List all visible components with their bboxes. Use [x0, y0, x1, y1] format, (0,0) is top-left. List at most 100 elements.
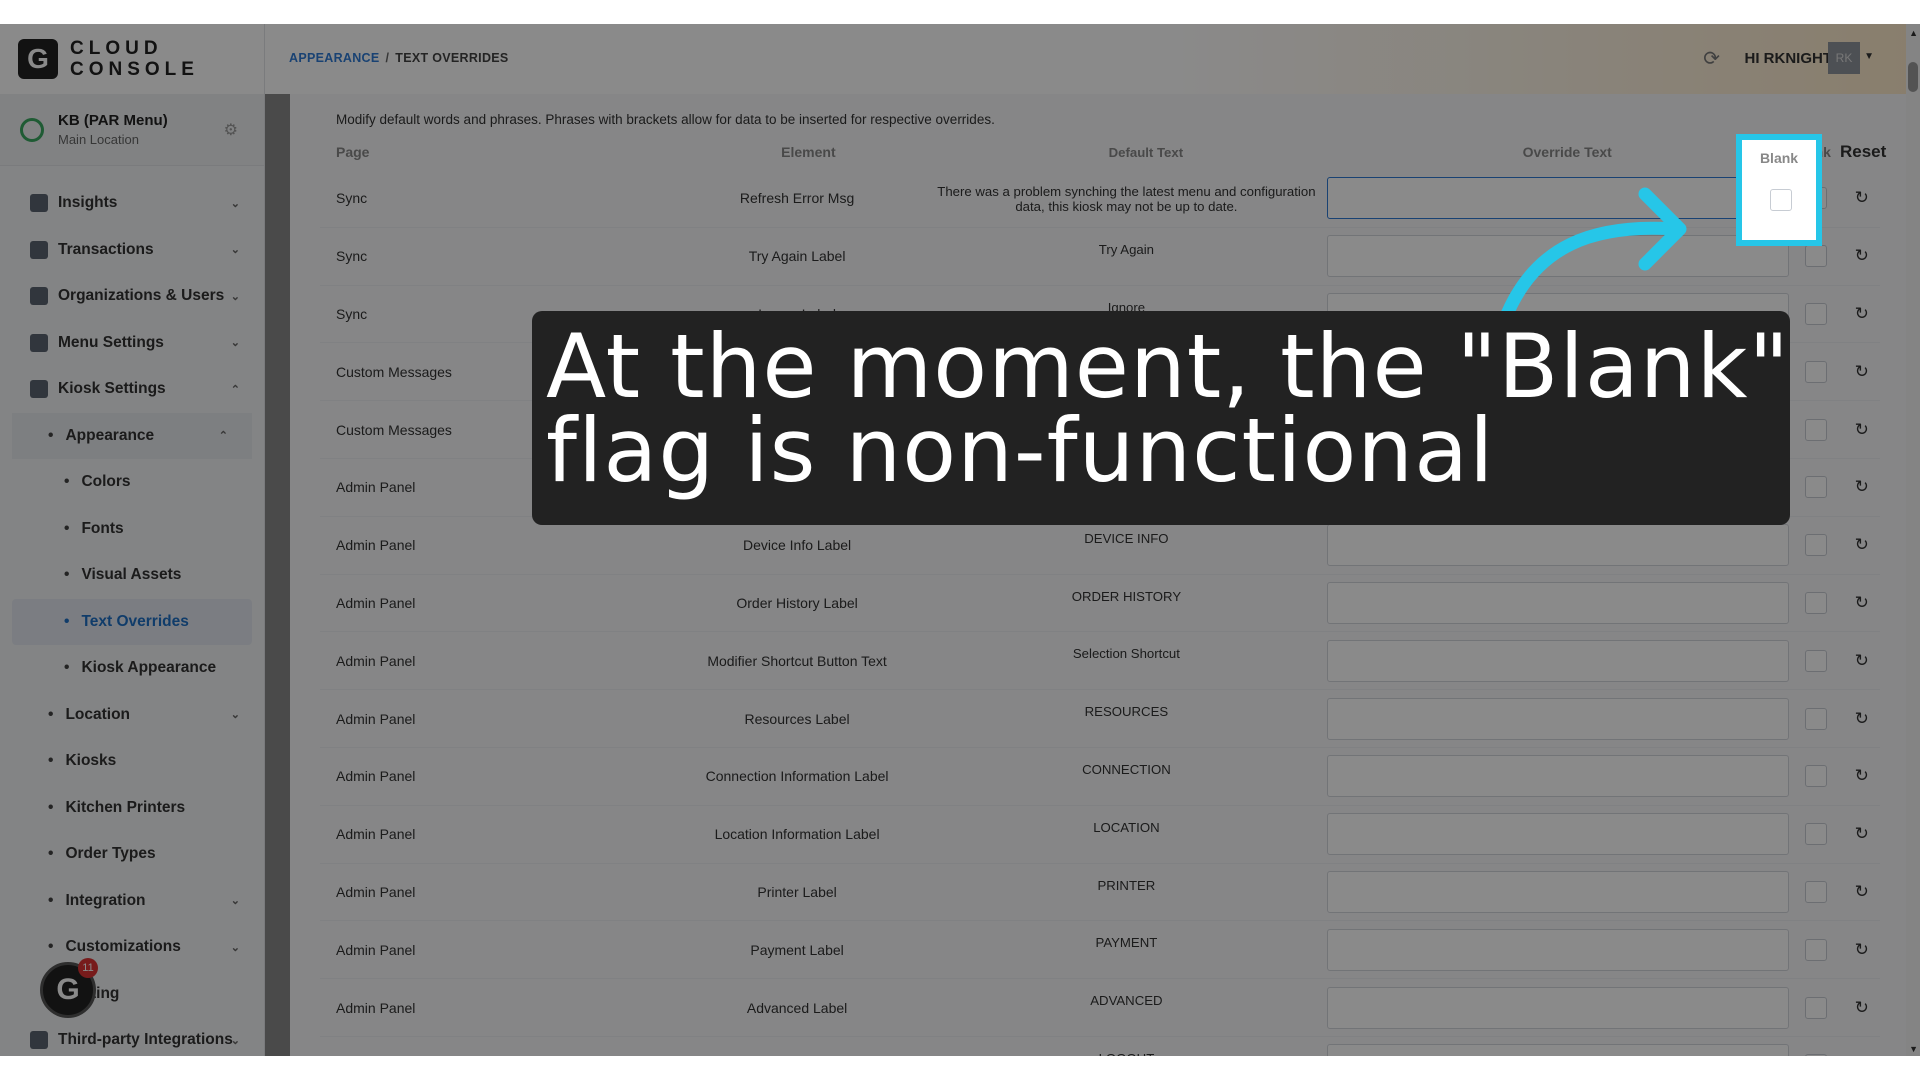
reset-icon[interactable]: ↻ — [1843, 420, 1880, 440]
override-input[interactable] — [1326, 755, 1789, 798]
blank-checkbox[interactable] — [1804, 880, 1827, 903]
blank-checkbox[interactable] — [1804, 649, 1827, 672]
blank-checkbox[interactable] — [1804, 1054, 1827, 1056]
insights-icon — [30, 194, 48, 213]
blank-checkbox[interactable] — [1804, 534, 1827, 557]
gear-icon[interactable]: ⚙ — [224, 120, 238, 140]
blank-checkbox[interactable] — [1804, 823, 1827, 846]
sidebar-item-kiosks[interactable]: Kiosks — [0, 738, 264, 785]
override-input[interactable] — [1326, 813, 1789, 856]
sidebar-item-organizations-users[interactable]: Organizations & Users ⌄ — [0, 273, 264, 320]
table-row: Admin Panel Resources Label RESOURCES ↻ — [320, 690, 1880, 748]
blank-checkbox[interactable] — [1804, 360, 1827, 383]
blank-checkbox[interactable] — [1804, 302, 1827, 325]
reset-icon[interactable]: ↻ — [1843, 304, 1880, 324]
blank-checkbox[interactable] — [1804, 476, 1827, 499]
override-input[interactable] — [1326, 697, 1789, 740]
sidebar-item-transactions[interactable]: Transactions ⌄ — [0, 227, 264, 274]
chevron-down-icon[interactable]: ▼ — [1864, 51, 1874, 62]
reset-icon[interactable]: ↻ — [1843, 709, 1880, 729]
blank-checkbox[interactable] — [1804, 245, 1827, 268]
sidebar-item-location[interactable]: Location ⌄ — [0, 692, 264, 739]
sidebar-item-kiosk-appearance[interactable]: Kiosk Appearance — [0, 645, 264, 692]
sidebar-item-text-overrides[interactable]: Text Overrides — [12, 598, 252, 645]
sidebar-item-insights[interactable]: Insights ⌄ — [0, 180, 264, 227]
sidebar-item-kitchen-printers[interactable]: Kitchen Printers — [0, 785, 264, 832]
blank-checkbox[interactable] — [1804, 591, 1827, 614]
reset-icon[interactable]: ↻ — [1843, 535, 1880, 555]
refresh-icon[interactable]: ⟳ — [1703, 46, 1720, 71]
override-input[interactable] — [1326, 639, 1789, 682]
logo[interactable]: G CLOUD CONSOLE — [0, 24, 264, 94]
app-frame: G CLOUD CONSOLE KB (PAR Menu) Main Locat… — [0, 24, 1920, 1056]
sidebar-item-label: Kiosks — [65, 752, 117, 770]
sidebar-item-label: Location — [65, 705, 131, 723]
override-input[interactable] — [1326, 870, 1789, 913]
reset-icon[interactable]: ↻ — [1843, 188, 1880, 208]
table-row: Admin Panel Printer Label PRINTER ↻ — [320, 864, 1880, 922]
blank-checkbox[interactable] — [1804, 418, 1827, 441]
sidebar-item-order-types[interactable]: Order Types — [0, 831, 264, 878]
reset-icon[interactable]: ↻ — [1843, 766, 1880, 786]
reset-icon[interactable]: ↻ — [1843, 477, 1880, 497]
scroll-down-icon[interactable]: ▼ — [1909, 1044, 1918, 1054]
sidebar-item-label: Integration — [65, 891, 146, 909]
cell-override — [1319, 524, 1789, 567]
avatar[interactable]: RK — [1828, 42, 1860, 74]
header: APPEARANCE / TEXT OVERRIDES ⟳ HI RKNIGHT R… — [265, 24, 1920, 94]
reset-icon[interactable]: ↻ — [1843, 1055, 1880, 1056]
cell-override — [1319, 986, 1789, 1029]
blank-checkbox[interactable] — [1804, 996, 1827, 1019]
blank-checkbox[interactable] — [1804, 707, 1827, 730]
logo-mark: G — [18, 39, 58, 79]
blank-checkbox[interactable] — [1804, 938, 1827, 961]
breadcrumb-appearance[interactable]: APPEARANCE — [289, 51, 380, 65]
sidebar-item-third-party-integrations[interactable]: Third-party Integrations ⌄ — [0, 1017, 264, 1056]
kiosk-settings-icon — [30, 380, 48, 399]
sidebar-item-appearance[interactable]: Appearance ⌃ — [12, 412, 252, 459]
sidebar-item-label: Insights — [58, 194, 118, 212]
reset-icon[interactable]: ↻ — [1843, 246, 1880, 266]
override-input[interactable] — [1326, 928, 1789, 971]
location-switcher[interactable]: KB (PAR Menu) Main Location ⚙ — [0, 94, 264, 166]
reset-icon[interactable]: ↻ — [1843, 651, 1880, 671]
reset-icon[interactable]: ↻ — [1843, 593, 1880, 613]
blank-highlight-label: Blank — [1759, 150, 1799, 166]
cell-element: Connection Information Label — [705, 768, 889, 785]
override-input[interactable] — [1326, 524, 1789, 567]
breadcrumb-current: TEXT OVERRIDES — [395, 51, 509, 65]
scroll-up-icon[interactable]: ▲ — [1909, 28, 1918, 38]
chevron-icon: ⌄ — [230, 709, 240, 722]
blank-checkbox-highlighted[interactable] — [1770, 189, 1792, 211]
sidebar-item-customizations[interactable]: Customizations ⌄ — [0, 924, 264, 971]
override-input[interactable] — [1326, 1044, 1789, 1056]
sidebar-item-menu-settings[interactable]: Menu Settings ⌄ — [0, 320, 264, 367]
reset-icon[interactable]: ↻ — [1843, 362, 1880, 382]
override-input[interactable] — [1326, 581, 1789, 624]
sidebar-item-integration[interactable]: Integration ⌄ — [0, 878, 264, 925]
cell-page: Admin Panel — [336, 826, 416, 843]
sidebar-item-fonts[interactable]: Fonts — [0, 506, 264, 553]
reset-icon[interactable]: ↻ — [1843, 882, 1880, 902]
table-row: Admin Panel Modifier Shortcut Button Text… — [320, 632, 1880, 691]
reset-icon[interactable]: ↻ — [1843, 998, 1880, 1018]
reset-icon[interactable]: ↻ — [1843, 824, 1880, 844]
sidebar-item-visual-assets[interactable]: Visual Assets — [0, 552, 264, 599]
sidebar-item-colors[interactable]: Colors — [0, 459, 264, 506]
location-name: KB (PAR Menu) — [58, 112, 168, 129]
override-input[interactable] — [1326, 986, 1789, 1029]
scrollbar[interactable]: ▲ ▼ — [1906, 24, 1920, 1056]
sidebar-item-label: Text Overrides — [81, 612, 189, 630]
cell-page: Admin Panel — [336, 652, 416, 669]
reset-icon[interactable]: ↻ — [1843, 940, 1880, 960]
cell-element: Payment Label — [750, 941, 844, 958]
col-default: Default Text — [1108, 144, 1184, 160]
sidebar-item-kiosk-settings[interactable]: Kiosk Settings ⌃ — [0, 366, 264, 413]
blank-checkbox[interactable] — [1804, 765, 1827, 788]
cell-override — [1319, 581, 1789, 624]
menu-settings-icon — [30, 333, 48, 352]
scroll-thumb[interactable] — [1908, 62, 1918, 92]
sidebar-item-label: Menu Settings — [58, 333, 164, 351]
user-greeting[interactable]: HI RKNIGHT — [1745, 50, 1833, 67]
sidebar-item-label: Appearance — [65, 426, 155, 444]
